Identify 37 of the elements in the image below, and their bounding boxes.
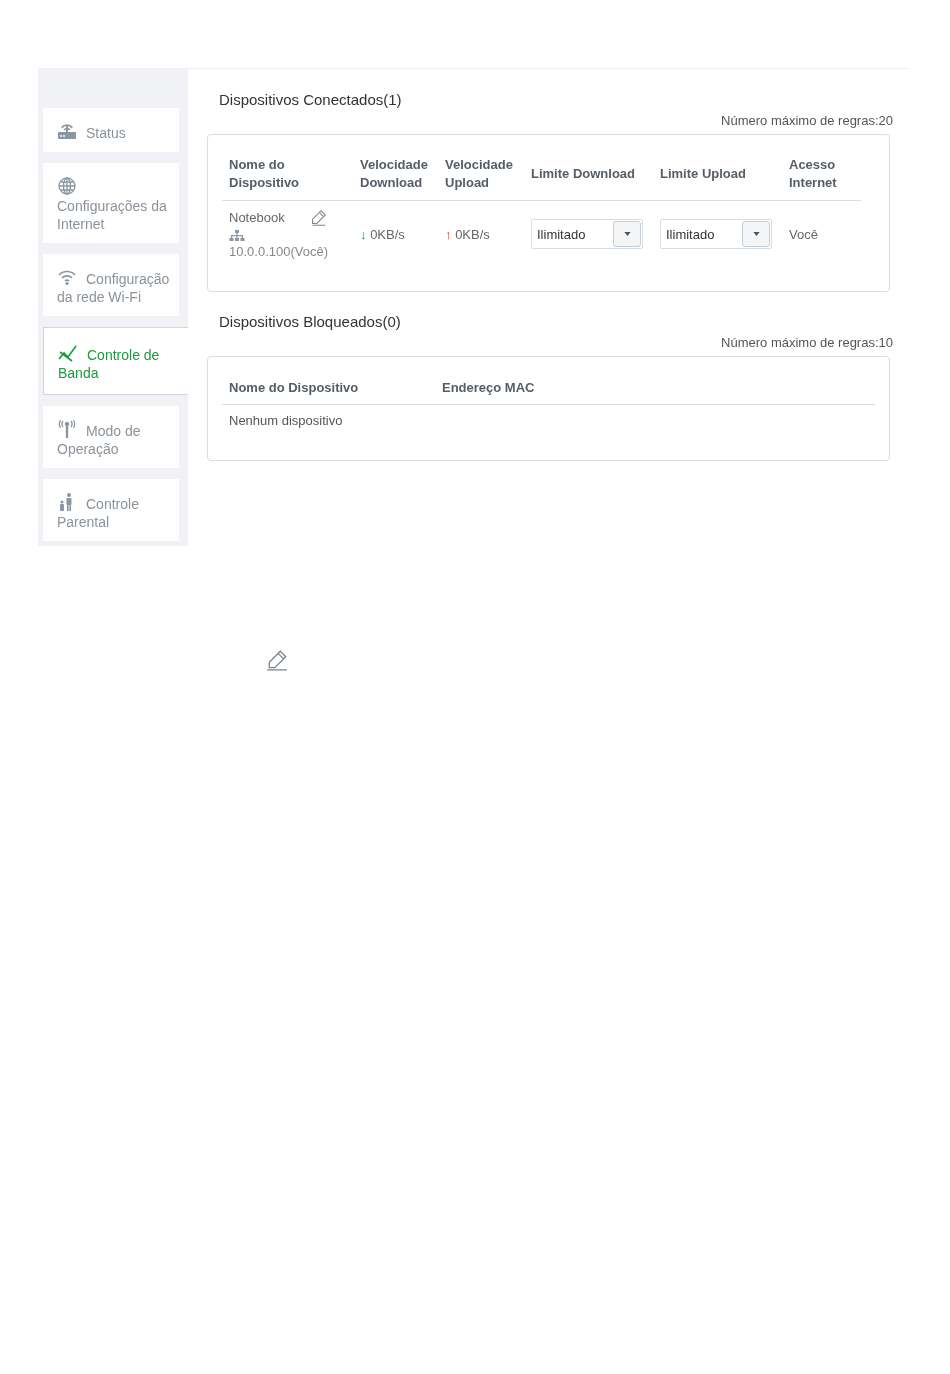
download-speed: 0KB/s bbox=[370, 226, 405, 242]
network-icon bbox=[229, 230, 245, 242]
sidebar-item[interactable]: Controle Parental bbox=[43, 479, 179, 541]
edit-icon[interactable] bbox=[310, 209, 327, 226]
globe-icon bbox=[57, 176, 77, 196]
section-title: Dispositivos Bloqueados(0) bbox=[219, 313, 402, 332]
caret-icon bbox=[752, 232, 760, 236]
caret-icon bbox=[623, 232, 631, 236]
column-header: Endereço MAC bbox=[442, 380, 535, 395]
ip-address: 10.0.0.100(Você) bbox=[229, 244, 330, 259]
router-icon bbox=[57, 121, 77, 141]
sidebar-item[interactable]: Status bbox=[43, 108, 179, 152]
sidebar-item[interactable]: Modo de Operação bbox=[43, 406, 179, 468]
section-title: Dispositivos Conectados(1) bbox=[219, 91, 403, 110]
column-header: Nome do Dispositivo bbox=[229, 380, 360, 395]
upload-speed: 0KB/s bbox=[455, 226, 490, 242]
upload-limit-dropdown[interactable]: Ilimitado bbox=[660, 219, 772, 249]
device-name: Notebook bbox=[229, 210, 285, 225]
sidebar-item[interactable]: Configuração da rede Wi-Fi bbox=[43, 254, 179, 316]
edit-icon[interactable] bbox=[266, 649, 288, 671]
sidebar-item[interactable]: Controle de Banda bbox=[43, 327, 188, 395]
sidebar-item[interactable]: Configurações da Internet bbox=[43, 163, 179, 243]
internet-access: Você bbox=[789, 226, 818, 242]
column-header: Velocidade Upload bbox=[445, 157, 513, 190]
download-limit-dropdown[interactable]: Ilimitado bbox=[531, 219, 643, 249]
down-arrow: ↓ bbox=[360, 226, 367, 242]
max-rules-label: Número máximo de regras:10 bbox=[721, 335, 893, 350]
column-header: Velocidade Download bbox=[360, 157, 428, 190]
empty-message: Nenhum dispositivo bbox=[229, 413, 343, 428]
column-header: Acesso Internet bbox=[789, 157, 837, 190]
column-header: Limite Upload bbox=[660, 166, 746, 181]
column-header: Limite Download bbox=[531, 166, 635, 181]
up-arrow: ↑ bbox=[445, 226, 452, 242]
max-rules-label: Número máximo de regras:20 bbox=[721, 113, 893, 128]
column-header: Nome do Dispositivo bbox=[229, 157, 300, 190]
antenna-icon bbox=[57, 419, 77, 439]
chart-line-icon bbox=[58, 343, 78, 363]
